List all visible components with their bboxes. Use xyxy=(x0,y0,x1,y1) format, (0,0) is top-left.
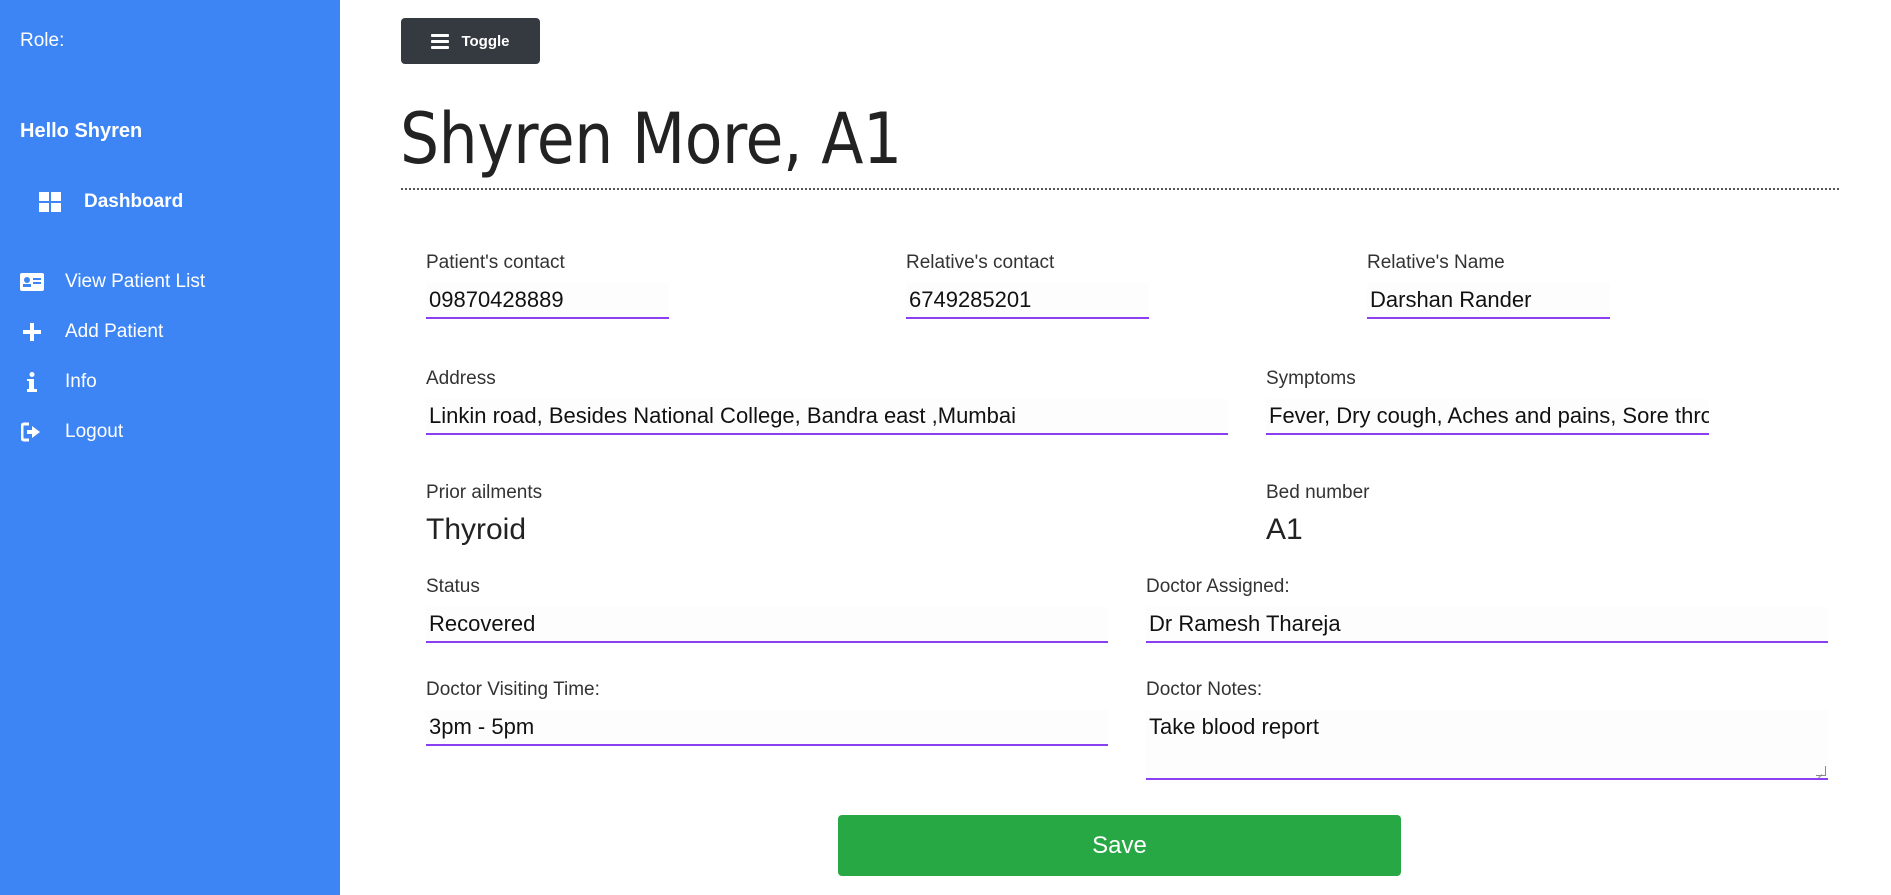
doctor-notes-group: Doctor Notes: Take blood report xyxy=(1146,679,1828,780)
patient-contact-input[interactable]: 09870428889 xyxy=(426,283,669,319)
relative-contact-group: Relative's contact 6749285201 xyxy=(906,252,1149,319)
menu-icon xyxy=(431,31,450,52)
doctor-assigned-input[interactable]: Dr Ramesh Thareja xyxy=(1146,607,1828,643)
bed-number-group: Bed number A1 xyxy=(1266,482,1370,547)
relative-name-label: Relative's Name xyxy=(1367,252,1505,273)
address-input[interactable]: Linkin road, Besides National College, B… xyxy=(426,399,1228,435)
page-title: Shyren More, A1 xyxy=(400,98,902,180)
relative-name-input[interactable]: Darshan Rander xyxy=(1367,283,1610,319)
toggle-button[interactable]: Toggle xyxy=(401,18,540,64)
sidebar-item-label: Dashboard xyxy=(84,191,184,212)
address-label: Address xyxy=(426,368,496,389)
doctor-notes-label: Doctor Notes: xyxy=(1146,679,1263,700)
status-input[interactable]: Recovered xyxy=(426,607,1108,643)
relative-contact-label: Relative's contact xyxy=(906,252,1055,273)
main-content: Toggle Shyren More, A1 Patient's contact… xyxy=(340,0,1891,895)
prior-ailments-value: Thyroid xyxy=(426,513,527,546)
save-button[interactable]: Save xyxy=(838,815,1401,876)
prior-ailments-group: Prior ailments Thyroid xyxy=(426,482,542,547)
doctor-assigned-group: Doctor Assigned: Dr Ramesh Thareja xyxy=(1146,576,1828,643)
sidebar-item-label: View Patient List xyxy=(65,271,206,292)
sidebar-item-view-patient-list[interactable]: View Patient List xyxy=(20,270,205,294)
status-label: Status xyxy=(426,576,480,597)
role-label: Role: xyxy=(20,30,65,51)
address-group: Address Linkin road, Besides National Co… xyxy=(426,368,1228,435)
sidebar-item-info[interactable]: Info xyxy=(20,370,97,394)
prior-ailments-label: Prior ailments xyxy=(426,482,543,503)
doctor-notes-textarea[interactable]: Take blood report xyxy=(1146,710,1828,780)
resize-handle-icon[interactable] xyxy=(1816,766,1826,776)
id-card-icon xyxy=(20,270,44,294)
toggle-label: Toggle xyxy=(461,32,510,50)
status-group: Status Recovered xyxy=(426,576,1108,643)
symptoms-group: Symptoms Fever, Dry cough, Aches and pai… xyxy=(1266,368,1709,435)
symptoms-label: Symptoms xyxy=(1266,368,1356,389)
relative-name-group: Relative's Name Darshan Rander xyxy=(1367,252,1610,319)
relative-contact-input[interactable]: 6749285201 xyxy=(906,283,1149,319)
sidebar: Role: Hello Shyren Dashboard View Patien… xyxy=(0,0,340,895)
dashboard-icon xyxy=(38,190,62,214)
doctor-notes-text: Take blood report xyxy=(1149,714,1319,739)
sidebar-item-label: Logout xyxy=(65,421,124,442)
sidebar-item-label: Info xyxy=(65,371,97,392)
sidebar-item-add-patient[interactable]: Add Patient xyxy=(20,320,163,344)
doctor-assigned-label: Doctor Assigned: xyxy=(1146,576,1290,597)
bed-number-value: A1 xyxy=(1266,513,1303,546)
doctor-visiting-time-input[interactable]: 3pm - 5pm xyxy=(426,710,1108,746)
sidebar-item-logout[interactable]: Logout xyxy=(20,420,123,444)
doctor-visiting-time-group: Doctor Visiting Time: 3pm - 5pm xyxy=(426,679,1108,746)
patient-contact-group: Patient's contact 09870428889 xyxy=(426,252,669,319)
doctor-visiting-time-label: Doctor Visiting Time: xyxy=(426,679,600,700)
info-icon xyxy=(20,370,44,394)
bed-number-label: Bed number xyxy=(1266,482,1370,503)
plus-icon xyxy=(20,320,44,344)
logout-icon xyxy=(20,420,44,444)
sidebar-item-label: Add Patient xyxy=(65,321,164,342)
title-divider xyxy=(401,188,1839,190)
greeting: Hello Shyren xyxy=(20,120,143,142)
patient-contact-label: Patient's contact xyxy=(426,252,565,273)
symptoms-input[interactable]: Fever, Dry cough, Aches and pains, Sore … xyxy=(1266,399,1709,435)
sidebar-item-dashboard[interactable]: Dashboard xyxy=(38,190,183,214)
